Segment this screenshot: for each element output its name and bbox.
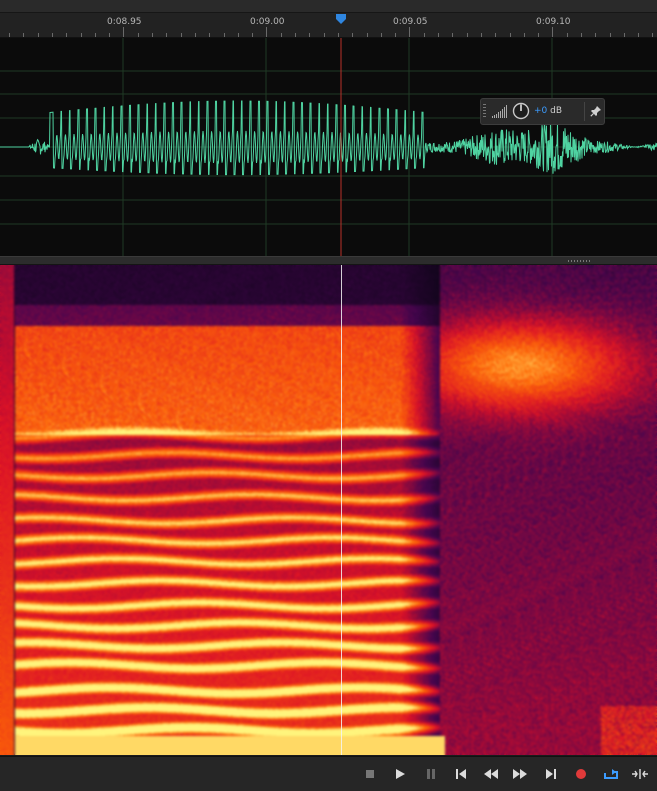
ruler-tick <box>281 33 282 37</box>
ruler-tick <box>224 33 225 37</box>
skip-selection-icon <box>632 769 648 779</box>
ruler-tick <box>481 33 482 37</box>
go-to-end-icon <box>546 769 556 779</box>
divider-grip[interactable] <box>568 260 592 262</box>
go-to-end-button[interactable] <box>541 764 561 784</box>
ruler-tick <box>652 33 653 37</box>
ruler-tick <box>452 33 453 37</box>
ruler-tick <box>567 33 568 37</box>
hud-separator <box>584 102 585 121</box>
ruler-tick <box>238 33 239 37</box>
gain-knob-icon[interactable] <box>512 102 530 120</box>
ruler-tick <box>309 33 310 37</box>
top-toolbar-strip <box>0 0 657 13</box>
ruler-tick <box>438 33 439 37</box>
ruler-tick <box>595 33 596 37</box>
ruler-tick <box>324 33 325 37</box>
record-button[interactable] <box>571 764 591 784</box>
ruler-tick <box>352 33 353 37</box>
ruler-tick <box>38 33 39 37</box>
level-meter-icon <box>492 105 507 118</box>
loop-icon <box>604 769 618 779</box>
ruler-tick <box>338 33 339 37</box>
skip-selection-button[interactable] <box>630 764 650 784</box>
waveform-panel[interactable]: +0 dB <box>0 38 657 256</box>
ruler-tick <box>424 33 425 37</box>
ruler-tick <box>381 33 382 37</box>
ruler-tick <box>109 33 110 37</box>
ruler-tick <box>367 33 368 37</box>
hud-drag-grip[interactable] <box>483 104 486 119</box>
pause-button[interactable] <box>421 764 441 784</box>
ruler-tick <box>638 33 639 37</box>
ruler-tick <box>295 33 296 37</box>
stop-icon <box>366 770 374 778</box>
ruler-tick <box>524 33 525 37</box>
pause-icon <box>427 769 435 779</box>
ruler-label-0905: 0:09.05 <box>393 17 428 27</box>
ruler-tick <box>66 33 67 37</box>
ruler-tick <box>610 33 611 37</box>
fast-forward-button[interactable] <box>510 764 530 784</box>
ruler-tick <box>495 33 496 37</box>
ruler-tick <box>123 27 124 37</box>
panel-divider[interactable] <box>0 256 657 265</box>
ruler-tick <box>552 27 553 37</box>
gain-value-unit: dB <box>550 106 563 116</box>
ruler-tick <box>510 33 511 37</box>
waveform-display <box>0 38 657 256</box>
spectral-frequency-display[interactable] <box>0 265 657 755</box>
ruler-label-0910: 0:09.10 <box>536 17 571 27</box>
ruler-tick <box>195 33 196 37</box>
hud-gain-control[interactable]: +0 dB <box>480 98 605 125</box>
ruler-tick <box>624 33 625 37</box>
ruler-tick <box>152 33 153 37</box>
pin-icon[interactable] <box>590 105 602 117</box>
gain-value-number: +0 <box>534 106 548 116</box>
transport-bar <box>0 756 657 791</box>
ruler-tick <box>23 33 24 37</box>
stop-button[interactable] <box>360 764 380 784</box>
gain-value[interactable]: +0 dB <box>534 106 562 116</box>
ruler-tick <box>581 33 582 37</box>
ruler-tick <box>209 33 210 37</box>
ruler-tick <box>266 27 267 37</box>
play-button[interactable] <box>390 764 410 784</box>
loop-button[interactable] <box>601 764 621 784</box>
ruler-label-0895: 0:08.95 <box>107 17 142 27</box>
go-to-start-icon <box>456 769 466 779</box>
ruler-tick <box>9 33 10 37</box>
ruler-tick <box>409 27 410 37</box>
ruler-tick <box>538 33 539 37</box>
ruler-tick <box>467 33 468 37</box>
ruler-tick <box>181 33 182 37</box>
ruler-tick <box>81 33 82 37</box>
rewind-button[interactable] <box>481 764 501 784</box>
ruler-tick <box>95 33 96 37</box>
record-icon <box>576 769 586 779</box>
rewind-icon <box>484 769 498 779</box>
time-ruler[interactable]: 0:08.95 0:09.00 0:09.05 0:09.10 <box>0 13 657 38</box>
go-to-start-button[interactable] <box>451 764 471 784</box>
ruler-tick <box>166 33 167 37</box>
play-icon <box>396 769 405 779</box>
spectrogram <box>0 265 657 755</box>
ruler-label-0900: 0:09.00 <box>250 17 285 27</box>
fast-forward-icon <box>513 769 527 779</box>
ruler-tick <box>52 33 53 37</box>
ruler-tick <box>138 33 139 37</box>
ruler-tick <box>395 33 396 37</box>
ruler-tick <box>252 33 253 37</box>
spectral-playhead-line <box>341 265 342 755</box>
playhead-marker-icon[interactable] <box>335 13 347 25</box>
